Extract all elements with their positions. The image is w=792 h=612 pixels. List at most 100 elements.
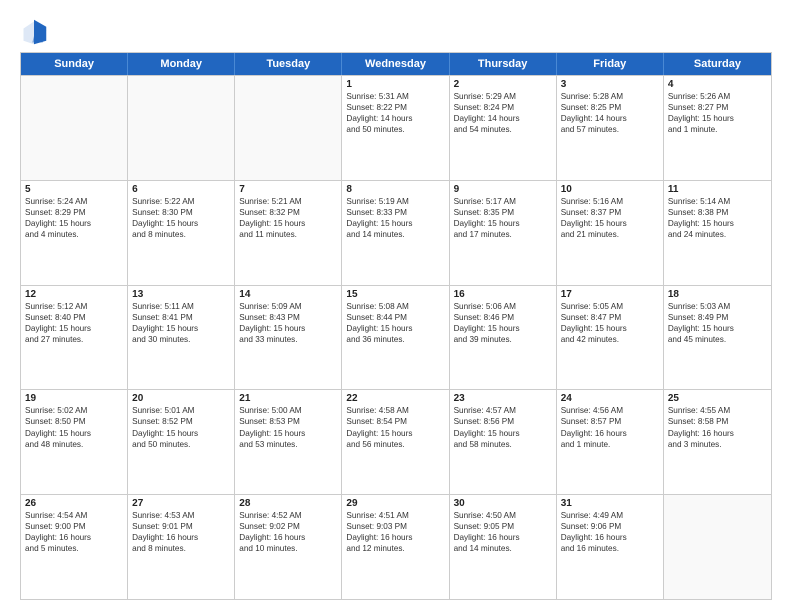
calendar-cell-29: 29Sunrise: 4:51 AMSunset: 9:03 PMDayligh…: [342, 495, 449, 599]
calendar-row-0: 1Sunrise: 5:31 AMSunset: 8:22 PM Daylight…: [21, 75, 771, 180]
calendar-cell-27: 27Sunrise: 4:53 AMSunset: 9:01 PMDayligh…: [128, 495, 235, 599]
calendar-cell-empty-0-0: [21, 76, 128, 180]
calendar-cell-5: 5Sunrise: 5:24 AMSunset: 8:29 PMDaylight…: [21, 181, 128, 285]
cell-line: Daylight: 16 hours: [239, 532, 337, 543]
cell-line: Sunset: 9:03 PM: [346, 521, 444, 532]
cell-line: Sunset: 8:37 PM: [561, 207, 659, 218]
cell-line: and 42 minutes.: [561, 334, 659, 345]
calendar-cell-3: 3Sunrise: 5:28 AMSunset: 8:25 PMDaylight…: [557, 76, 664, 180]
calendar-cell-1: 1Sunrise: 5:31 AMSunset: 8:22 PMDaylight…: [342, 76, 449, 180]
cell-line: Daylight: 15 hours: [454, 428, 552, 439]
cell-line: Daylight: 15 hours: [239, 428, 337, 439]
calendar-cell-19: 19Sunrise: 5:02 AMSunset: 8:50 PMDayligh…: [21, 390, 128, 494]
cell-line: Daylight: 14 hours: [454, 113, 552, 124]
header: [20, 18, 772, 46]
cell-line: Sunrise: 5:00 AM: [239, 405, 337, 416]
calendar-cell-empty-0-2: [235, 76, 342, 180]
cell-line: Daylight: 15 hours: [25, 323, 123, 334]
cell-line: Daylight: 15 hours: [561, 323, 659, 334]
header-day-thursday: Thursday: [450, 53, 557, 75]
cell-line: and 39 minutes.: [454, 334, 552, 345]
cell-line: Sunset: 8:22 PM: [346, 102, 444, 113]
cell-line: and 48 minutes.: [25, 439, 123, 450]
header-day-friday: Friday: [557, 53, 664, 75]
calendar-body: 1Sunrise: 5:31 AMSunset: 8:22 PM Daylight…: [21, 75, 771, 599]
calendar-cell-31: 31Sunrise: 4:49 AMSunset: 9:06 PMDayligh…: [557, 495, 664, 599]
day-number: 20: [132, 393, 230, 404]
cell-line: Sunrise: 4:57 AM: [454, 405, 552, 416]
cell-line: and 56 minutes.: [346, 439, 444, 450]
day-number: 19: [25, 393, 123, 404]
calendar-cell-13: 13Sunrise: 5:11 AMSunset: 8:41 PMDayligh…: [128, 286, 235, 390]
cell-line: Sunset: 8:25 PM: [561, 102, 659, 113]
cell-line: Sunset: 8:40 PM: [25, 312, 123, 323]
day-number: 8: [346, 184, 444, 195]
cell-line: Sunset: 8:58 PM: [668, 416, 767, 427]
cell-line: and 4 minutes.: [25, 229, 123, 240]
calendar: SundayMondayTuesdayWednesdayThursdayFrid…: [20, 52, 772, 600]
cell-line: Daylight: 15 hours: [454, 218, 552, 229]
cell-line: and 3 minutes.: [668, 439, 767, 450]
cell-line: Sunrise: 4:54 AM: [25, 510, 123, 521]
cell-line: Sunset: 8:50 PM: [25, 416, 123, 427]
cell-line: and 53 minutes.: [239, 439, 337, 450]
cell-line: Daylight: 15 hours: [668, 113, 767, 124]
cell-line: and 50 minutes.: [346, 124, 444, 135]
cell-line: and 12 minutes.: [346, 543, 444, 554]
day-number: 1: [346, 79, 444, 90]
header-day-sunday: Sunday: [21, 53, 128, 75]
day-number: 6: [132, 184, 230, 195]
cell-line: Sunrise: 4:51 AM: [346, 510, 444, 521]
cell-line: Daylight: 15 hours: [132, 323, 230, 334]
cell-line: and 33 minutes.: [239, 334, 337, 345]
calendar-cell-14: 14Sunrise: 5:09 AMSunset: 8:43 PMDayligh…: [235, 286, 342, 390]
calendar-cell-10: 10Sunrise: 5:16 AMSunset: 8:37 PMDayligh…: [557, 181, 664, 285]
cell-line: and 1 minute.: [561, 439, 659, 450]
calendar-cell-15: 15Sunrise: 5:08 AMSunset: 8:44 PMDayligh…: [342, 286, 449, 390]
cell-line: Sunrise: 5:31 AM: [346, 91, 444, 102]
cell-line: and 36 minutes.: [346, 334, 444, 345]
cell-line: Sunset: 9:05 PM: [454, 521, 552, 532]
cell-line: and 14 minutes.: [454, 543, 552, 554]
calendar-cell-7: 7Sunrise: 5:21 AMSunset: 8:32 PMDaylight…: [235, 181, 342, 285]
cell-line: Daylight: 16 hours: [561, 428, 659, 439]
cell-line: Sunset: 8:41 PM: [132, 312, 230, 323]
cell-line: Sunset: 8:53 PM: [239, 416, 337, 427]
cell-line: Sunset: 8:47 PM: [561, 312, 659, 323]
cell-line: Sunset: 8:35 PM: [454, 207, 552, 218]
calendar-row-2: 12Sunrise: 5:12 AMSunset: 8:40 PMDayligh…: [21, 285, 771, 390]
calendar-cell-8: 8Sunrise: 5:19 AMSunset: 8:33 PMDaylight…: [342, 181, 449, 285]
calendar-cell-17: 17Sunrise: 5:05 AMSunset: 8:47 PMDayligh…: [557, 286, 664, 390]
cell-line: Daylight: 15 hours: [132, 428, 230, 439]
cell-line: Sunrise: 4:52 AM: [239, 510, 337, 521]
cell-line: Sunset: 9:02 PM: [239, 521, 337, 532]
cell-line: Sunrise: 5:03 AM: [668, 301, 767, 312]
cell-line: Sunrise: 4:49 AM: [561, 510, 659, 521]
day-number: 9: [454, 184, 552, 195]
cell-line: Daylight: 16 hours: [132, 532, 230, 543]
cell-line: Sunrise: 4:50 AM: [454, 510, 552, 521]
cell-line: Daylight: 14 hours: [561, 113, 659, 124]
cell-line: Sunset: 8:52 PM: [132, 416, 230, 427]
calendar-cell-24: 24Sunrise: 4:56 AMSunset: 8:57 PMDayligh…: [557, 390, 664, 494]
cell-line: and 8 minutes.: [132, 229, 230, 240]
calendar-cell-9: 9Sunrise: 5:17 AMSunset: 8:35 PMDaylight…: [450, 181, 557, 285]
calendar-row-1: 5Sunrise: 5:24 AMSunset: 8:29 PMDaylight…: [21, 180, 771, 285]
calendar-cell-2: 2Sunrise: 5:29 AMSunset: 8:24 PMDaylight…: [450, 76, 557, 180]
cell-line: Sunrise: 5:09 AM: [239, 301, 337, 312]
cell-line: Daylight: 16 hours: [346, 532, 444, 543]
cell-line: Daylight: 16 hours: [561, 532, 659, 543]
cell-line: and 54 minutes.: [454, 124, 552, 135]
cell-line: Sunrise: 5:06 AM: [454, 301, 552, 312]
calendar-cell-25: 25Sunrise: 4:55 AMSunset: 8:58 PMDayligh…: [664, 390, 771, 494]
cell-line: Sunset: 8:44 PM: [346, 312, 444, 323]
cell-line: and 50 minutes.: [132, 439, 230, 450]
header-day-saturday: Saturday: [664, 53, 771, 75]
cell-line: Sunset: 9:00 PM: [25, 521, 123, 532]
day-number: 21: [239, 393, 337, 404]
cell-line: Sunrise: 5:08 AM: [346, 301, 444, 312]
day-number: 10: [561, 184, 659, 195]
cell-line: and 11 minutes.: [239, 229, 337, 240]
day-number: 17: [561, 289, 659, 300]
cell-line: Sunrise: 5:29 AM: [454, 91, 552, 102]
